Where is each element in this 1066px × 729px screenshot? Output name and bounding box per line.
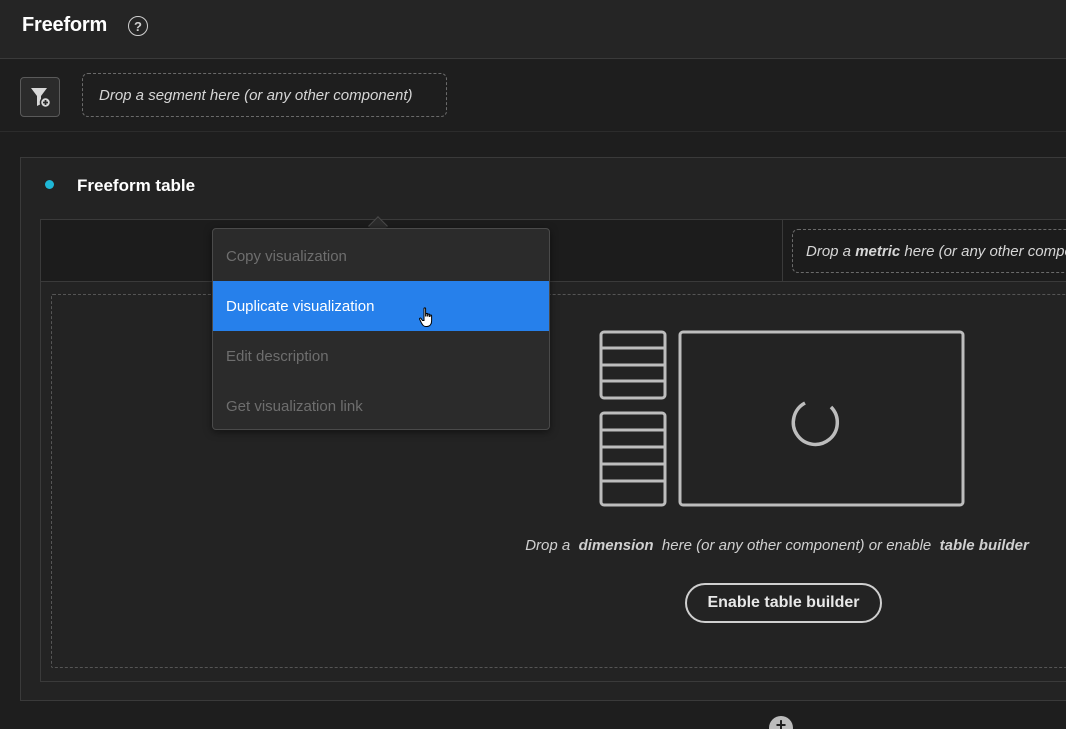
app-header: Freeform ? bbox=[0, 0, 1066, 59]
visualization-context-menu: Copy visualization Duplicate visualizati… bbox=[212, 228, 550, 430]
help-icon[interactable]: ? bbox=[128, 16, 148, 36]
metric-drop-prefix: Drop a bbox=[806, 242, 852, 260]
table-header-row: Drop a metric here (or any other compone… bbox=[41, 220, 1066, 282]
dimension-text-middle: here (or any other component) or enable bbox=[657, 537, 936, 554]
status-dot bbox=[45, 180, 54, 189]
table-builder-text: table builder bbox=[939, 537, 1029, 554]
menu-item-duplicate-visualization[interactable]: Duplicate visualization bbox=[213, 281, 549, 331]
metric-drop-suffix: here (or any other component) bbox=[904, 242, 1066, 260]
enable-table-builder-button[interactable]: Enable table builder bbox=[685, 583, 882, 623]
menu-item-get-visualization-link[interactable]: Get visualization link bbox=[213, 381, 549, 431]
plus-icon: + bbox=[775, 715, 787, 729]
column-divider bbox=[782, 220, 783, 282]
segment-bar: Drop a segment here (or any other compon… bbox=[0, 60, 1066, 132]
table-illustration-icon bbox=[599, 330, 965, 507]
metric-drop-bold: metric bbox=[855, 242, 901, 260]
metric-drop-zone[interactable]: Drop a metric here (or any other compone… bbox=[792, 229, 1066, 273]
freeform-table: Drop a metric here (or any other compone… bbox=[40, 219, 1066, 682]
add-segment-button[interactable] bbox=[20, 77, 60, 117]
add-visualization-button[interactable]: + bbox=[769, 716, 793, 729]
dimension-text-prefix: Drop a bbox=[525, 537, 575, 554]
filter-add-icon bbox=[31, 88, 52, 109]
dimension-drop-zone[interactable]: Drop a dimension here (or any other comp… bbox=[51, 294, 1066, 668]
panel-title[interactable]: Freeform table bbox=[77, 176, 195, 196]
segment-drop-zone[interactable]: Drop a segment here (or any other compon… bbox=[82, 73, 447, 117]
dimension-text-bold: dimension bbox=[578, 537, 654, 554]
hand-cursor-icon bbox=[419, 307, 433, 327]
menu-item-copy-visualization[interactable]: Copy visualization bbox=[213, 231, 549, 281]
menu-item-edit-description[interactable]: Edit description bbox=[213, 331, 549, 381]
page-title: Freeform bbox=[22, 14, 108, 36]
dimension-drop-text: Drop a dimension here (or any other comp… bbox=[522, 537, 1032, 554]
